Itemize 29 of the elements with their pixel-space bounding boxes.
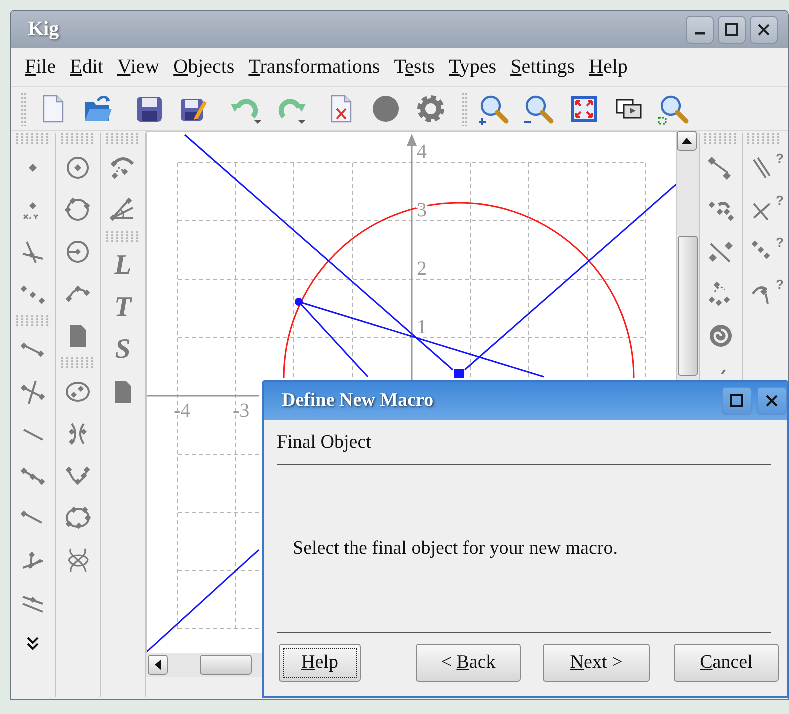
question-mark: ? bbox=[776, 193, 784, 208]
axis-label: -3 bbox=[233, 400, 250, 422]
menu-item[interactable]: Tests bbox=[387, 54, 442, 80]
menu-item[interactable]: Types bbox=[442, 54, 504, 80]
question-mark: ? bbox=[776, 151, 784, 166]
text-tool[interactable]: L bbox=[114, 245, 132, 287]
menu-item[interactable]: Transformations bbox=[242, 54, 388, 80]
axis-label: 1 bbox=[417, 316, 427, 338]
menu-item[interactable]: View bbox=[110, 54, 167, 80]
back-button[interactable]: < Back bbox=[416, 644, 521, 682]
menu-item[interactable]: Edit bbox=[63, 54, 110, 80]
menu-item[interactable]: Settings bbox=[504, 54, 582, 80]
page-title: Final Object bbox=[276, 431, 372, 455]
text-tool[interactable]: T bbox=[114, 287, 132, 329]
help-button[interactable]: Help bbox=[279, 644, 361, 682]
dialog-title: Define New Macro bbox=[282, 390, 435, 412]
menu-item[interactable]: Objects bbox=[166, 54, 242, 80]
axis-label: -4 bbox=[174, 400, 191, 422]
question-mark: ? bbox=[776, 235, 784, 250]
axis-label: 4 bbox=[417, 141, 427, 163]
cancel-button[interactable]: Cancel bbox=[674, 644, 779, 682]
window-title: Kig bbox=[28, 18, 60, 41]
menu-item[interactable]: File bbox=[18, 54, 64, 80]
next-button[interactable]: Next > bbox=[543, 644, 650, 682]
text-tool[interactable]: S bbox=[115, 329, 131, 371]
axis-label: 2 bbox=[417, 258, 427, 280]
question-mark: ? bbox=[776, 277, 784, 292]
menu-item[interactable]: Help bbox=[582, 54, 635, 80]
instruction-text: Select the final object for your new macro. bbox=[293, 538, 618, 560]
